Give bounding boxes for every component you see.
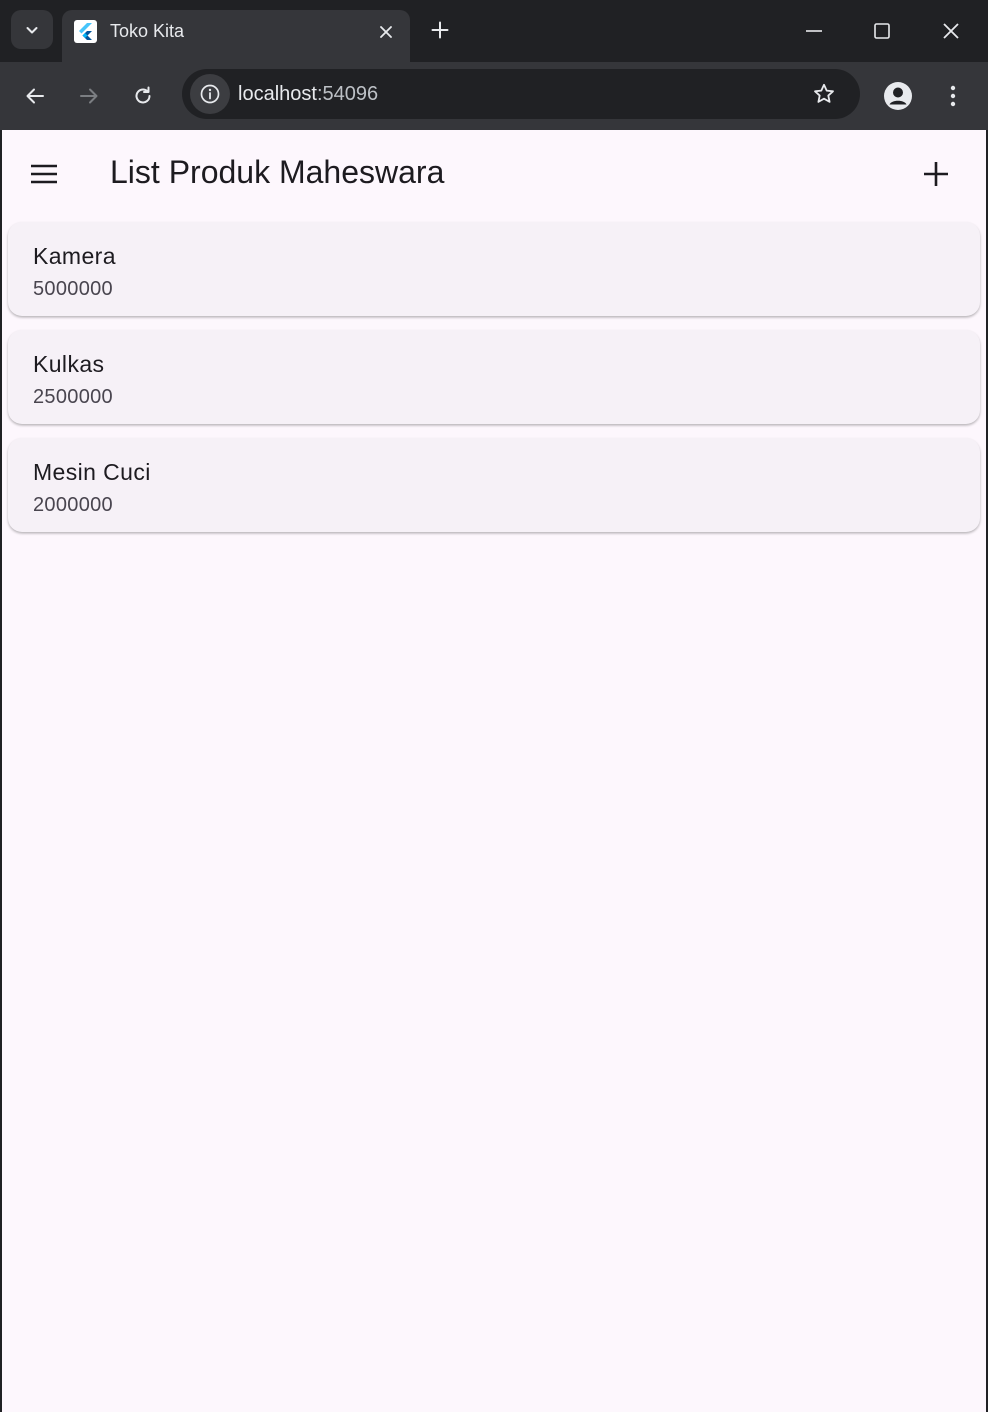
address-bar[interactable]: localhost:54096 [182,69,860,119]
product-price: 2500000 [33,386,113,408]
maximize-button[interactable] [859,8,905,54]
product-name: Kulkas [33,351,105,377]
profile-icon [883,81,913,111]
browser-tab[interactable]: Toko Kita [62,10,410,62]
forward-arrow-icon [78,85,100,107]
product-card[interactable]: Kulkas 2500000 [8,330,980,424]
window-close-button[interactable] [928,8,974,54]
tab-close-button[interactable] [373,19,399,45]
reload-button[interactable] [123,76,163,116]
back-arrow-icon [24,85,46,107]
star-icon [812,82,836,106]
info-icon [199,83,221,105]
page-title: List Produk Maheswara [110,154,445,190]
chevron-down-icon [24,22,40,38]
browser-toolbar: localhost:54096 [0,62,988,130]
minimize-button[interactable] [791,8,837,54]
window-close-icon [942,22,960,40]
close-icon [379,25,393,39]
hamburger-menu-icon [30,163,58,185]
app-bar: List Produk Maheswara [2,130,986,216]
product-card[interactable]: Mesin Cuci 2000000 [8,438,980,532]
product-card[interactable]: Kamera 5000000 [8,222,980,316]
url-text[interactable]: localhost:54096 [238,83,378,106]
product-name: Mesin Cuci [33,459,151,485]
tab-search-button[interactable] [11,10,53,49]
forward-button[interactable] [69,76,109,116]
product-price: 5000000 [33,278,113,300]
minimize-icon [805,22,823,40]
browser-menu-button[interactable] [933,76,973,116]
more-vert-icon [949,84,957,108]
add-icon [923,161,949,187]
plus-icon [431,21,449,39]
browser-tabstrip: Toko Kita [0,0,988,62]
profile-button[interactable] [878,76,918,116]
site-info-button[interactable] [190,74,230,114]
url-host: localhost [238,83,317,105]
app-viewport: List Produk Maheswara Kamera 5000000 Kul… [2,130,986,1412]
product-list: Kamera 5000000 Kulkas 2500000 Mesin Cuci… [8,222,980,546]
maximize-icon [873,22,891,40]
product-price: 2000000 [33,494,113,516]
reload-icon [132,85,154,107]
tab-title: Toko Kita [110,21,185,41]
drawer-menu-button[interactable] [20,150,68,198]
new-tab-button[interactable] [424,14,456,46]
product-name: Kamera [33,243,116,269]
add-product-button[interactable] [912,150,960,198]
bookmark-button[interactable] [804,74,844,114]
flutter-icon [74,20,97,43]
back-button[interactable] [15,76,55,116]
url-port: :54096 [316,83,379,105]
